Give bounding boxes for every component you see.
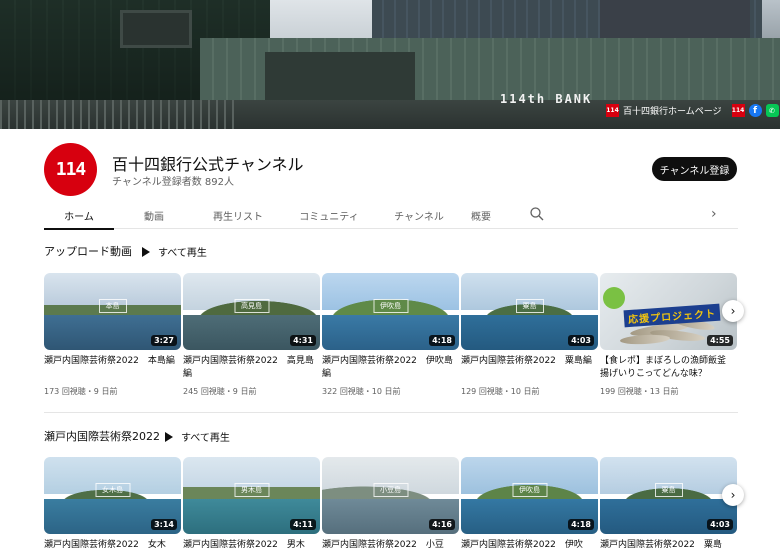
video-card[interactable]: 男木島 4:11 瀬戸内国際芸術祭2022 男木 <box>183 457 320 549</box>
thumbnail-caption: 高見島 <box>234 299 269 314</box>
video-title[interactable]: 瀬戸内国際芸術祭2022 男木 <box>183 539 320 549</box>
thumbnail-caption: 伊吹島 <box>512 483 547 498</box>
section-divider <box>44 412 738 413</box>
video-card[interactable]: 粟島 4:03 瀬戸内国際芸術祭2022 粟島 <box>600 457 737 549</box>
thumbnail-caption: 男木島 <box>234 483 269 498</box>
thumbnail-caption: 女木島 <box>95 483 130 498</box>
video-meta: 245 回視聴・9 日前 <box>183 387 257 396</box>
banner-railing <box>0 100 240 129</box>
subscriber-count: チャンネル登録者数 892人 <box>112 177 234 188</box>
thumbnail-caption: 本島 <box>98 299 127 314</box>
video-duration: 3:27 <box>151 335 177 346</box>
video-title[interactable]: 瀬戸内国際芸術祭2022 小豆 <box>322 539 459 549</box>
tab-home[interactable]: ホーム <box>44 202 114 230</box>
video-duration: 4:18 <box>429 335 455 346</box>
play-all-button[interactable]: すべて再生 <box>165 429 230 444</box>
banner-window <box>120 10 192 48</box>
video-card[interactable]: 女木島 3:14 瀬戸内国際芸術祭2022 女木 <box>44 457 181 549</box>
banner-bridge-opening <box>265 52 415 102</box>
video-duration: 4:11 <box>290 519 316 530</box>
bank-sign: 114th BANK <box>500 92 593 106</box>
video-title[interactable]: 瀬戸内国際芸術祭2022 粟島編 <box>461 355 598 381</box>
video-thumbnail[interactable]: 粟島 4:03 <box>600 457 737 534</box>
section-title-uploads: アップロード動画 <box>44 245 132 258</box>
video-card[interactable]: 伊吹島 4:18 瀬戸内国際芸術祭2022 伊吹 <box>461 457 598 549</box>
video-duration: 4:03 <box>707 519 733 530</box>
facebook-icon[interactable]: f <box>748 104 762 117</box>
video-card[interactable]: 高見島 4:31 瀬戸内国際芸術祭2022 高見島編 245 回視聴・9 日前 <box>183 273 320 397</box>
video-card[interactable]: 伊吹島 4:18 瀬戸内国際芸術祭2022 伊吹島編 322 回視聴・10 日前 <box>322 273 459 397</box>
video-title[interactable]: 瀬戸内国際芸術祭2022 伊吹 <box>461 539 598 549</box>
video-thumbnail[interactable]: 伊吹島 4:18 <box>322 273 459 350</box>
video-card[interactable]: 粟島 4:03 瀬戸内国際芸術祭2022 粟島編 129 回視聴・10 日前 <box>461 273 598 397</box>
homepage-link[interactable]: 百十四銀行ホームページ <box>623 104 722 117</box>
channel-name: 百十四銀行公式チャンネル <box>112 155 304 174</box>
video-duration: 4:31 <box>290 335 316 346</box>
play-all-label: すべて再生 <box>181 433 230 444</box>
play-icon <box>165 431 173 442</box>
video-thumbnail[interactable]: 本島 3:27 <box>44 273 181 350</box>
video-thumbnail[interactable]: 応援プロジェクト 4:55 <box>600 273 737 350</box>
video-card[interactable]: 小豆島 4:16 瀬戸内国際芸術祭2022 小豆 <box>322 457 459 549</box>
avatar[interactable]: 114 <box>44 143 97 196</box>
video-thumbnail[interactable]: 伊吹島 4:18 <box>461 457 598 534</box>
bank-logo-icon[interactable]: 114 <box>606 104 619 117</box>
video-row-playlist: 女木島 3:14 瀬戸内国際芸術祭2022 女木 男木島 4:11 瀬戸内国際芸… <box>44 457 744 549</box>
video-title[interactable]: 瀬戸内国際芸術祭2022 伊吹島編 <box>322 355 459 381</box>
video-thumbnail[interactable]: 粟島 4:03 <box>461 273 598 350</box>
tab-about[interactable]: 概要 <box>456 202 506 229</box>
channel-tabs: ホーム 動画 再生リスト コミュニティ チャンネル 概要 <box>44 202 738 230</box>
video-thumbnail[interactable]: 小豆島 4:16 <box>322 457 459 534</box>
video-duration: 4:55 <box>707 335 733 346</box>
video-title[interactable]: 瀬戸内国際芸術祭2022 高見島編 <box>183 355 320 381</box>
video-duration: 4:16 <box>429 519 455 530</box>
video-thumbnail[interactable]: 男木島 4:11 <box>183 457 320 534</box>
line-icon[interactable]: ✆ <box>765 104 779 117</box>
section-title-playlist: 瀬戸内国際芸術祭2022 <box>44 430 160 443</box>
thumbnail-caption: 伊吹島 <box>373 299 408 314</box>
video-meta: 129 回視聴・10 日前 <box>461 387 540 396</box>
subscribe-button[interactable]: チャンネル登録 <box>652 157 737 181</box>
video-duration: 4:03 <box>568 335 594 346</box>
tab-community[interactable]: コミュニティ <box>289 202 369 229</box>
chevron-right-icon[interactable]: › <box>711 206 725 222</box>
video-title[interactable]: 瀬戸内国際芸術祭2022 本島編 <box>44 355 181 381</box>
play-icon <box>142 246 150 257</box>
video-card[interactable]: 本島 3:27 瀬戸内国際芸術祭2022 本島編 173 回視聴・9 日前 <box>44 273 181 397</box>
video-title[interactable]: 【食レポ】まぼろしの漁師飯釜揚げいりこってどんな味？ <box>600 355 737 381</box>
thumbnail-caption: 小豆島 <box>373 483 408 498</box>
chevron-right-icon[interactable]: › <box>722 484 744 506</box>
search-icon[interactable] <box>529 206 545 222</box>
thumbnail-caption: 粟島 <box>515 299 544 314</box>
video-thumbnail[interactable]: 高見島 4:31 <box>183 273 320 350</box>
thumbnail-caption: 粟島 <box>654 483 683 498</box>
video-row-uploads: 本島 3:27 瀬戸内国際芸術祭2022 本島編 173 回視聴・9 日前 高見… <box>44 273 744 413</box>
tab-playlists[interactable]: 再生リスト <box>203 202 273 229</box>
video-title[interactable]: 瀬戸内国際芸術祭2022 女木 <box>44 539 181 549</box>
video-meta: 173 回視聴・9 日前 <box>44 387 118 396</box>
video-meta: 199 回視聴・13 日前 <box>600 387 679 396</box>
tab-channels[interactable]: チャンネル <box>384 202 454 229</box>
play-all-label: すべて再生 <box>158 248 207 259</box>
tab-videos[interactable]: 動画 <box>124 202 184 229</box>
video-card[interactable]: 応援プロジェクト 4:55 【食レポ】まぼろしの漁師飯釜揚げいりこってどんな味？… <box>600 273 737 397</box>
channel-banner: 114th BANK 114 百十四銀行ホームページ 114 f ✆ <box>0 0 780 129</box>
chevron-right-icon[interactable]: › <box>722 300 744 322</box>
video-duration: 4:18 <box>568 519 594 530</box>
video-meta: 322 回視聴・10 日前 <box>322 387 401 396</box>
play-all-button[interactable]: すべて再生 <box>142 244 207 259</box>
video-thumbnail[interactable]: 女木島 3:14 <box>44 457 181 534</box>
video-duration: 3:14 <box>151 519 177 530</box>
banner-links: 114 百十四銀行ホームページ 114 f ✆ <box>606 104 779 117</box>
bank-link-icon[interactable]: 114 <box>731 104 745 117</box>
video-title[interactable]: 瀬戸内国際芸術祭2022 粟島 <box>600 539 737 549</box>
